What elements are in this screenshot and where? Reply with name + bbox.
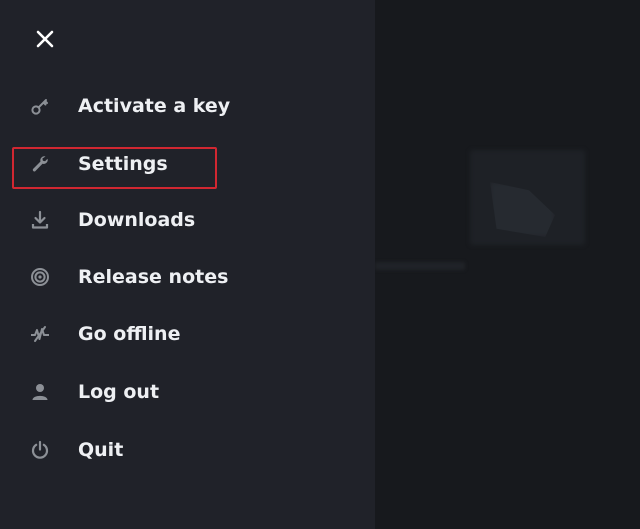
- menu-item-activate-key[interactable]: Activate a key: [28, 89, 268, 123]
- close-icon: [36, 30, 54, 48]
- wrench-icon: [28, 152, 52, 176]
- key-icon: [28, 94, 52, 118]
- menu-item-label: Settings: [78, 153, 168, 175]
- menu-item-release-notes[interactable]: Release notes: [28, 260, 268, 294]
- download-icon: [28, 208, 52, 232]
- offline-icon: [28, 322, 52, 346]
- menu-item-label: Release notes: [78, 266, 229, 288]
- menu-item-label: Quit: [78, 439, 124, 461]
- menu-item-log-out[interactable]: Log out: [28, 375, 268, 409]
- side-menu-drawer: Activate a key Settings Downloads Releas…: [0, 0, 375, 529]
- background-content-overlay: [375, 0, 640, 529]
- menu-item-downloads[interactable]: Downloads: [28, 203, 268, 237]
- user-icon: [28, 380, 52, 404]
- menu-item-label: Go offline: [78, 323, 181, 345]
- release-notes-icon: [28, 265, 52, 289]
- menu-item-quit[interactable]: Quit: [28, 433, 268, 467]
- menu-item-label: Activate a key: [78, 95, 231, 117]
- close-button[interactable]: [33, 27, 58, 52]
- menu-item-go-offline[interactable]: Go offline: [28, 317, 268, 351]
- background-subtext: [375, 262, 465, 270]
- menu-item-label: Downloads: [78, 209, 196, 231]
- power-icon: [28, 438, 52, 462]
- menu-item-label: Log out: [78, 381, 160, 403]
- menu-item-settings[interactable]: Settings: [28, 147, 268, 181]
